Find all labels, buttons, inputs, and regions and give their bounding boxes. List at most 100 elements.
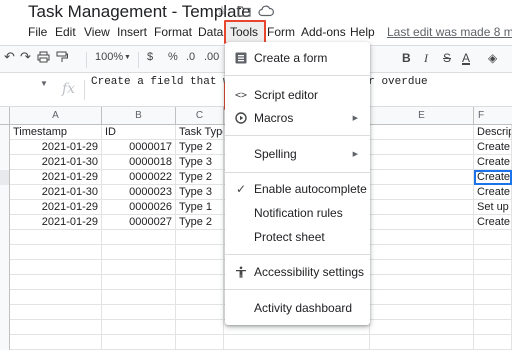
menu-item-protect-sheet[interactable]: Protect sheet	[225, 225, 370, 249]
table-cell[interactable]: Descript	[474, 125, 512, 140]
row-number[interactable]	[0, 140, 10, 155]
percent-format-button[interactable]: %	[168, 51, 178, 63]
table-cell[interactable]: Create a	[474, 170, 512, 185]
table-cell[interactable]: 2021-01-29	[10, 215, 102, 230]
row-number[interactable]	[0, 275, 10, 290]
table-cell[interactable]: 2021-01-29	[10, 140, 102, 155]
column-header-e[interactable]: E	[370, 107, 474, 125]
table-cell[interactable]	[224, 335, 370, 350]
table-cell[interactable]	[102, 230, 176, 245]
table-cell[interactable]	[10, 275, 102, 290]
cloud-status-icon[interactable]	[258, 3, 274, 19]
row-number[interactable]	[0, 155, 10, 170]
table-cell[interactable]	[370, 230, 474, 245]
decrease-decimal-button[interactable]: .0	[186, 51, 195, 63]
table-cell[interactable]: 2021-01-30	[10, 185, 102, 200]
table-cell[interactable]: Task Type	[176, 125, 224, 140]
menu-item-macros[interactable]: Macros ▶	[225, 106, 370, 130]
table-cell[interactable]	[370, 245, 474, 260]
table-cell[interactable]	[370, 155, 474, 170]
table-cell[interactable]	[10, 320, 102, 335]
table-cell[interactable]	[370, 185, 474, 200]
table-cell[interactable]	[370, 320, 474, 335]
table-cell[interactable]	[474, 230, 512, 245]
table-cell[interactable]	[10, 305, 102, 320]
table-cell[interactable]	[176, 245, 224, 260]
strikethrough-button[interactable]: S	[443, 51, 451, 65]
table-cell[interactable]	[176, 230, 224, 245]
undo-icon[interactable]: ↶	[4, 49, 15, 65]
table-cell[interactable]	[10, 260, 102, 275]
table-cell[interactable]: Timestamp	[10, 125, 102, 140]
menu-item-accessibility-settings[interactable]: Accessibility settings	[225, 260, 370, 284]
table-cell[interactable]	[370, 170, 474, 185]
table-cell[interactable]	[370, 140, 474, 155]
row-number[interactable]	[0, 200, 10, 215]
menu-tools[interactable]: Tools	[230, 25, 258, 39]
row-number[interactable]	[0, 215, 10, 230]
table-cell[interactable]: Create a	[474, 140, 512, 155]
column-header-c[interactable]: C	[176, 107, 224, 125]
table-cell[interactable]: Type 3	[176, 155, 224, 170]
redo-icon[interactable]: ↷	[20, 49, 31, 65]
menu-form[interactable]: Form	[267, 25, 295, 39]
table-cell[interactable]	[474, 290, 512, 305]
paint-format-icon[interactable]	[56, 51, 68, 66]
table-cell[interactable]	[474, 320, 512, 335]
table-cell[interactable]: ID	[102, 125, 176, 140]
row-number[interactable]	[0, 260, 10, 275]
table-cell[interactable]	[474, 260, 512, 275]
table-cell[interactable]: 0000026	[102, 200, 176, 215]
currency-format-button[interactable]: $	[147, 51, 153, 63]
column-header-b[interactable]: B	[102, 107, 176, 125]
table-cell[interactable]	[176, 305, 224, 320]
table-cell[interactable]	[102, 245, 176, 260]
table-cell[interactable]: Type 2	[176, 215, 224, 230]
last-edit-link[interactable]: Last edit was made 8 minut	[387, 25, 512, 39]
table-cell[interactable]: 2021-01-29	[10, 170, 102, 185]
table-cell[interactable]: Create a	[474, 185, 512, 200]
table-cell[interactable]	[10, 290, 102, 305]
table-cell[interactable]	[102, 335, 176, 350]
table-cell[interactable]	[102, 320, 176, 335]
fill-color-icon[interactable]: ◈	[488, 51, 497, 65]
menu-item-script-editor[interactable]: <> Script editor	[225, 83, 370, 107]
table-cell[interactable]: Type 2	[176, 170, 224, 185]
row-number[interactable]	[0, 335, 10, 350]
menu-item-enable-autocomplete[interactable]: ✓ Enable autocomplete	[225, 177, 370, 201]
row-number[interactable]	[0, 170, 10, 185]
bold-button[interactable]: B	[402, 51, 411, 65]
star-icon[interactable]: ☆	[214, 3, 230, 19]
table-cell[interactable]	[10, 245, 102, 260]
table-cell[interactable]: 0000017	[102, 140, 176, 155]
menu-insert[interactable]: Insert	[117, 25, 147, 39]
table-cell[interactable]	[102, 305, 176, 320]
print-icon[interactable]	[37, 51, 50, 66]
table-cell[interactable]	[370, 215, 474, 230]
table-cell[interactable]	[474, 305, 512, 320]
zoom-select[interactable]: 100%	[95, 51, 123, 63]
row-number[interactable]	[0, 230, 10, 245]
text-color-button[interactable]: A	[462, 51, 470, 65]
table-cell[interactable]	[370, 125, 474, 140]
menu-file[interactable]: File	[28, 25, 47, 39]
menu-add-ons[interactable]: Add-ons	[301, 25, 346, 39]
table-cell[interactable]	[370, 305, 474, 320]
row-number[interactable]	[0, 290, 10, 305]
table-cell[interactable]	[176, 275, 224, 290]
table-cell[interactable]: 2021-01-30	[10, 155, 102, 170]
table-cell[interactable]	[474, 275, 512, 290]
table-cell[interactable]	[10, 230, 102, 245]
table-cell[interactable]	[176, 320, 224, 335]
table-cell[interactable]	[370, 260, 474, 275]
table-cell[interactable]	[102, 275, 176, 290]
row-number[interactable]	[0, 320, 10, 335]
menu-item-spelling[interactable]: Spelling ▶	[225, 142, 370, 166]
table-cell[interactable]: Type 3	[176, 185, 224, 200]
row-number[interactable]	[0, 185, 10, 200]
menu-help[interactable]: Help	[350, 25, 375, 39]
move-to-folder-icon[interactable]	[236, 3, 252, 19]
menu-format[interactable]: Format	[154, 25, 192, 39]
table-cell[interactable]	[474, 335, 512, 350]
table-cell[interactable]	[370, 335, 474, 350]
